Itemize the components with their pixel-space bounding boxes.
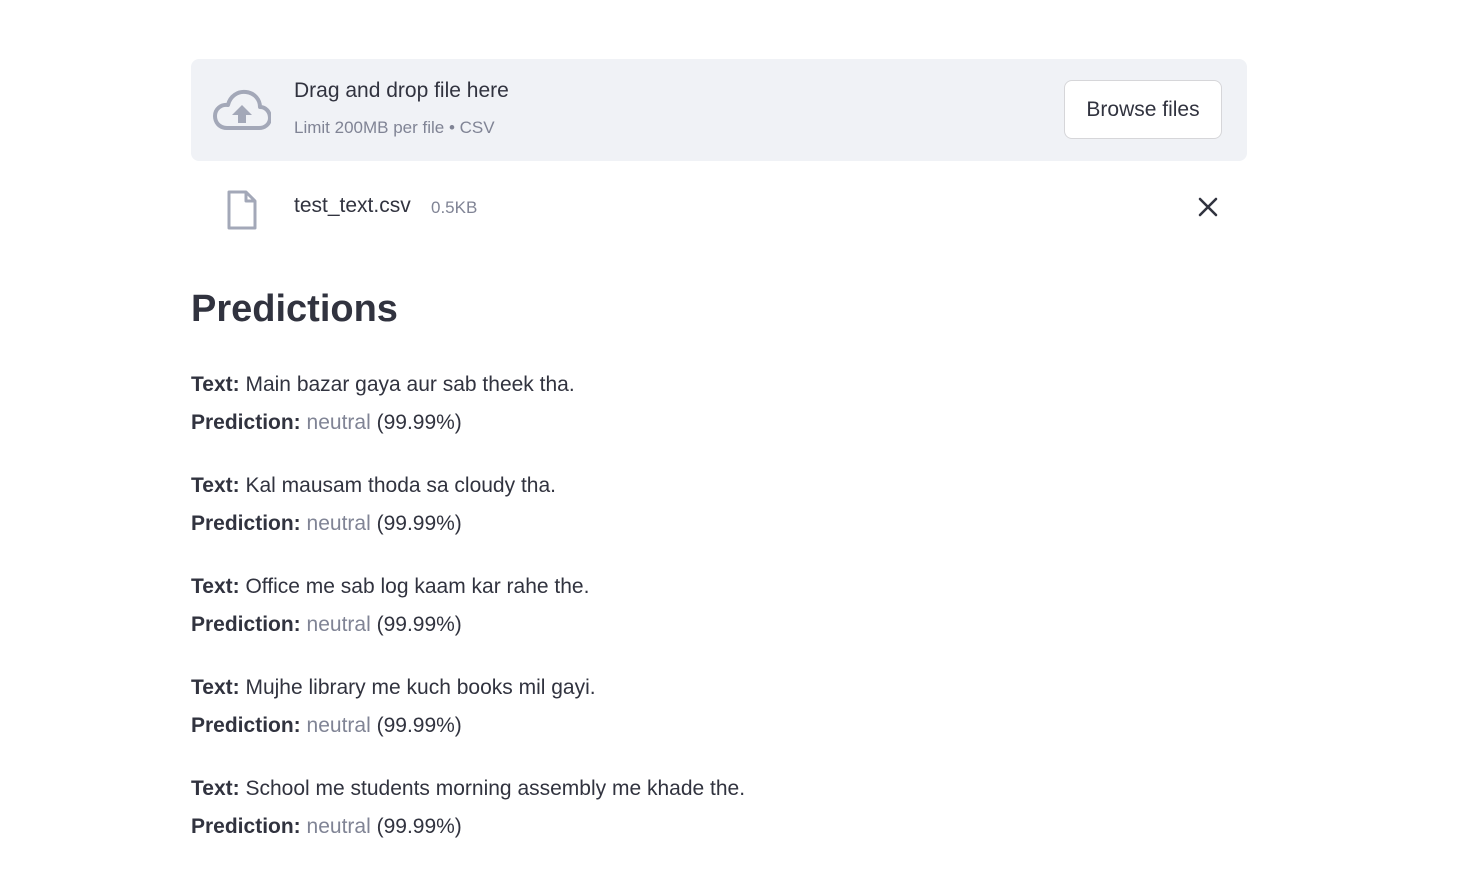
- text-line: Text: Mujhe library me kuch books mil ga…: [191, 669, 1247, 707]
- prediction-confidence: (99.99%): [376, 512, 462, 535]
- text-label: Text:: [191, 474, 240, 497]
- file-icon: [226, 190, 258, 230]
- prediction-confidence: (99.99%): [376, 613, 462, 636]
- browse-files-button[interactable]: Browse files: [1064, 80, 1222, 139]
- text-value: Office me sab log kaam kar rahe the.: [245, 575, 590, 598]
- prediction-line: Prediction: neutral (99.99%): [191, 707, 1247, 745]
- text-line: Text: School me students morning assembl…: [191, 770, 1247, 808]
- prediction-class: neutral: [306, 411, 371, 434]
- prediction-item: Text: Main bazar gaya aur sab theek tha.…: [191, 366, 1247, 467]
- page-title: Predictions: [191, 288, 398, 330]
- prediction-label: Prediction:: [191, 512, 301, 535]
- file-size: 0.5KB: [431, 198, 478, 217]
- predictions-list: Text: Main bazar gaya aur sab theek tha.…: [191, 366, 1247, 871]
- cloud-upload-icon: [213, 88, 272, 132]
- text-line: Text: Office me sab log kaam kar rahe th…: [191, 568, 1247, 606]
- text-line: Text: Kal mausam thoda sa cloudy tha.: [191, 467, 1247, 505]
- uploaded-file: test_text.csv 0.5KB: [191, 180, 1247, 240]
- dropzone-limit: Limit 200MB per file • CSV: [294, 118, 495, 137]
- prediction-class: neutral: [306, 613, 371, 636]
- text-label: Text:: [191, 777, 240, 800]
- text-label: Text:: [191, 373, 240, 396]
- text-value: School me students morning assembly me k…: [245, 777, 746, 800]
- dropzone-title: Drag and drop file here: [294, 79, 509, 102]
- text-label: Text:: [191, 676, 240, 699]
- text-value: Mujhe library me kuch books mil gayi.: [245, 676, 596, 699]
- prediction-item: Text: Mujhe library me kuch books mil ga…: [191, 669, 1247, 770]
- remove-file-button[interactable]: [1193, 194, 1223, 224]
- prediction-class: neutral: [306, 714, 371, 737]
- prediction-item: Text: Kal mausam thoda sa cloudy tha. Pr…: [191, 467, 1247, 568]
- file-name: test_text.csv: [294, 194, 411, 217]
- prediction-item: Text: Office me sab log kaam kar rahe th…: [191, 568, 1247, 669]
- file-dropzone[interactable]: Drag and drop file here Limit 200MB per …: [191, 59, 1247, 161]
- text-value: Kal mausam thoda sa cloudy tha.: [245, 474, 556, 497]
- prediction-item: Text: School me students morning assembl…: [191, 770, 1247, 871]
- prediction-confidence: (99.99%): [376, 815, 462, 838]
- prediction-line: Prediction: neutral (99.99%): [191, 808, 1247, 846]
- text-value: Main bazar gaya aur sab theek tha.: [245, 373, 575, 396]
- prediction-label: Prediction:: [191, 714, 301, 737]
- prediction-label: Prediction:: [191, 613, 301, 636]
- text-line: Text: Main bazar gaya aur sab theek tha.: [191, 366, 1247, 404]
- prediction-class: neutral: [306, 512, 371, 535]
- prediction-confidence: (99.99%): [376, 714, 462, 737]
- close-icon: [1198, 197, 1218, 222]
- prediction-label: Prediction:: [191, 411, 301, 434]
- prediction-confidence: (99.99%): [376, 411, 462, 434]
- text-label: Text:: [191, 575, 240, 598]
- prediction-line: Prediction: neutral (99.99%): [191, 505, 1247, 543]
- prediction-label: Prediction:: [191, 815, 301, 838]
- prediction-line: Prediction: neutral (99.99%): [191, 606, 1247, 644]
- prediction-class: neutral: [306, 815, 371, 838]
- prediction-line: Prediction: neutral (99.99%): [191, 404, 1247, 442]
